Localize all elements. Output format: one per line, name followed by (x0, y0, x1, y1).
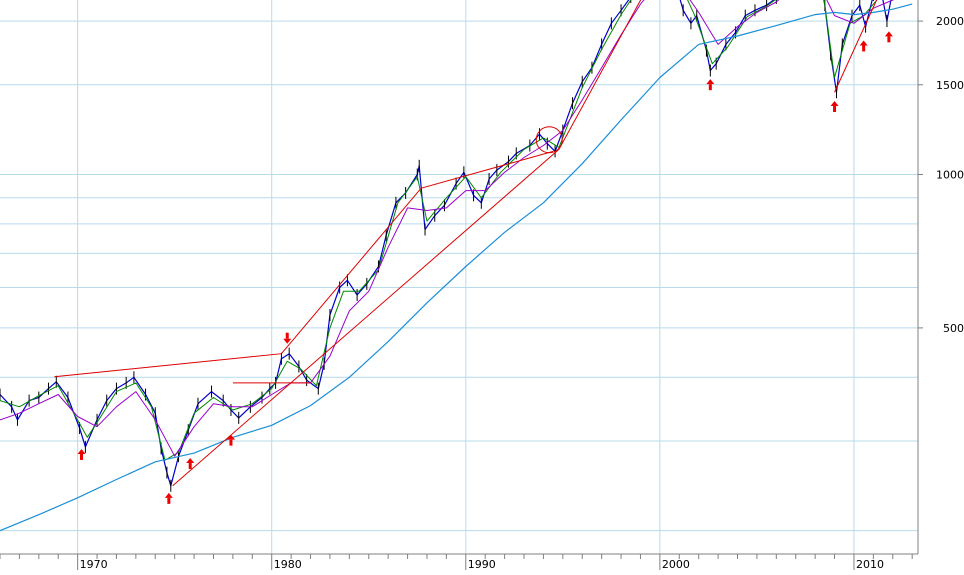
arrow-head (706, 79, 715, 85)
arrow-shaft (167, 497, 171, 504)
arrow-shaft (229, 439, 233, 446)
series-line-fast-ma (0, 0, 894, 461)
x-tick-label: 1990 (468, 558, 496, 571)
arrow-shaft (188, 462, 192, 469)
chart-area: 2000 1500 1000 500 1970 1980 1990 2000 2010 (0, 0, 964, 571)
trendline (558, 0, 642, 150)
arrow-shaft (833, 106, 837, 113)
grid-lines (0, 0, 918, 554)
series-line-mid-ma (0, 0, 894, 457)
arrow-head (186, 457, 195, 463)
arrow-shaft (285, 332, 289, 339)
arrow-head (830, 101, 839, 107)
up-arrow-marker (830, 101, 839, 113)
trendline (54, 353, 282, 378)
series-line-price (0, 0, 892, 487)
series-group (0, 0, 913, 532)
y-tick-label: 1500 (936, 79, 964, 92)
up-arrow-marker (226, 434, 235, 446)
arrow-shaft (887, 36, 891, 43)
arrow-head (164, 492, 173, 498)
up-arrow-marker (164, 492, 173, 504)
x-tick-label: 2000 (662, 558, 690, 571)
arrow-head (77, 448, 86, 454)
x-tick-label: 2010 (856, 558, 884, 571)
up-arrow-marker (859, 40, 868, 52)
x-tick-label: 1970 (80, 558, 108, 571)
chart-svg: 2000 1500 1000 500 1970 1980 1990 2000 2010 (0, 0, 964, 571)
y-tick-label: 2000 (936, 15, 964, 28)
arrow-head (859, 40, 868, 46)
annotations-group (77, 31, 893, 504)
trendline (421, 150, 554, 189)
trendlines-group (54, 0, 878, 487)
up-arrow-marker (186, 457, 195, 469)
up-arrow-marker (77, 448, 86, 460)
arrow-shaft (708, 84, 712, 91)
arrow-head (884, 31, 893, 37)
series-line-slow-ma (0, 3, 913, 532)
down-arrow-marker (283, 332, 292, 344)
up-arrow-marker (884, 31, 893, 43)
arrow-shaft (862, 45, 866, 52)
x-tick-label: 1980 (274, 558, 302, 571)
axes (0, 0, 923, 570)
y-tick-label: 1000 (936, 168, 964, 181)
arrow-shaft (80, 453, 84, 460)
tick-labels: 2000 1500 1000 500 1970 1980 1990 2000 2010 (80, 15, 964, 571)
y-tick-label: 500 (943, 322, 964, 335)
